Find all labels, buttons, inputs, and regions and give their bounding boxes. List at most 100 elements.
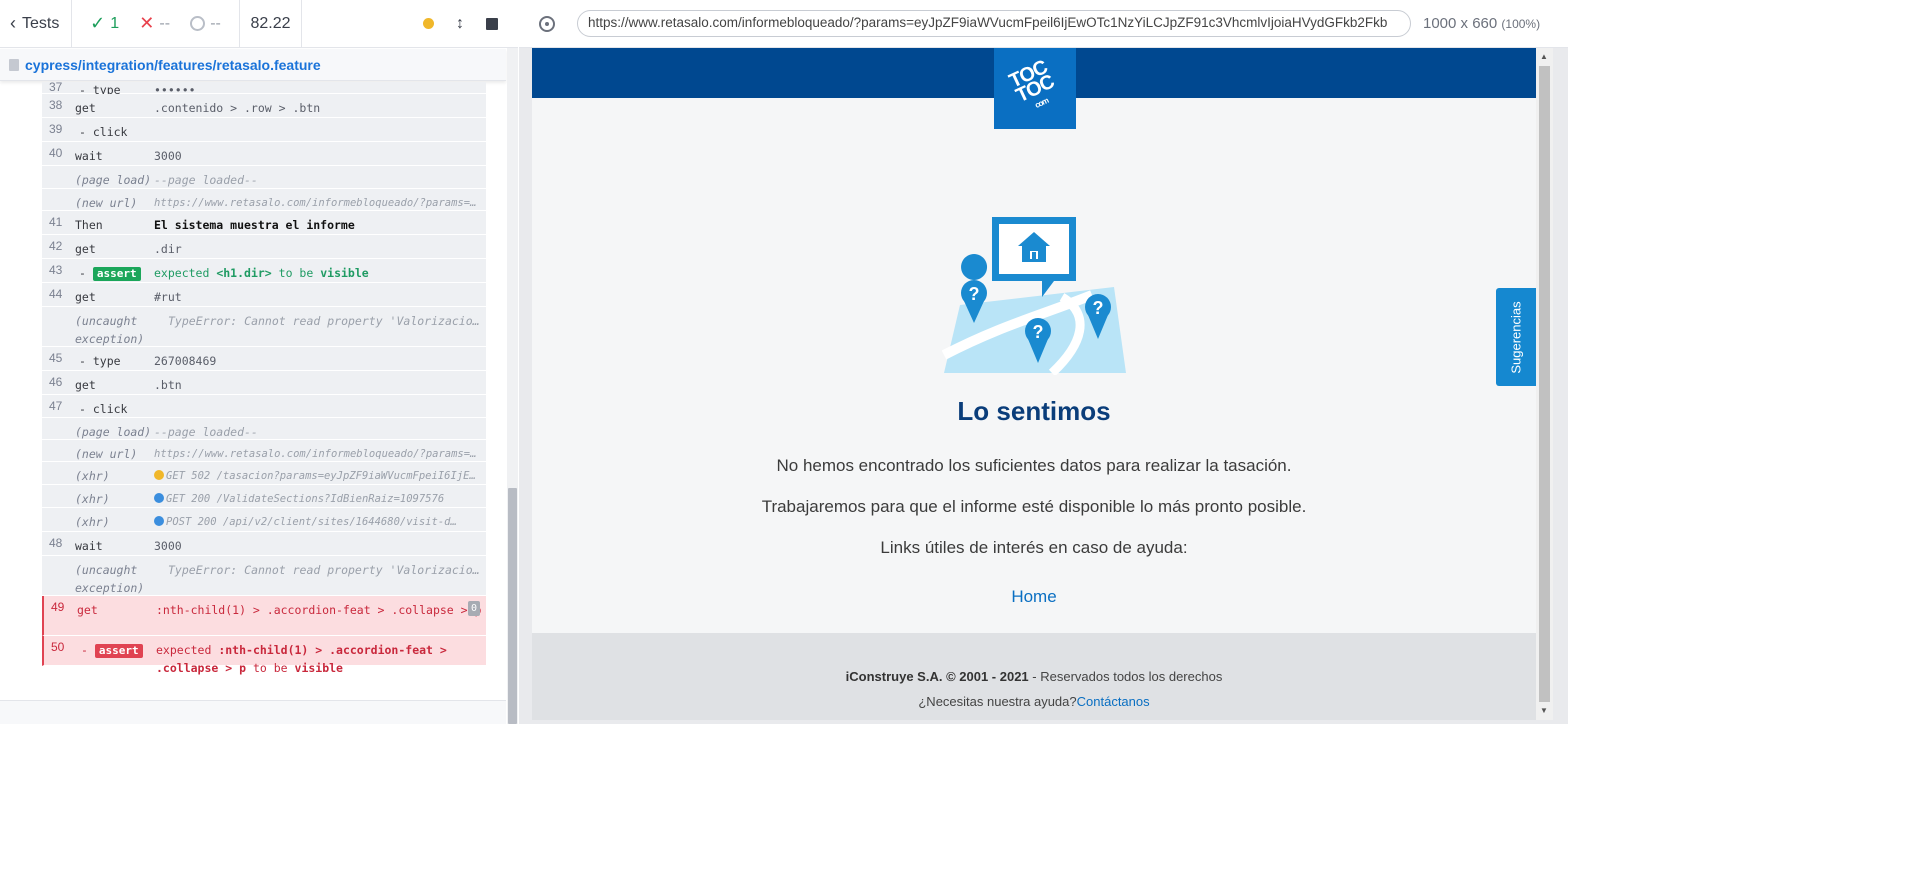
command-row[interactable]: (page load) --page loaded-- (42, 418, 486, 440)
command-number: 39 (49, 122, 63, 136)
command-row[interactable]: 43 - assert expected <h1.dir> to be visibl… (42, 259, 486, 283)
command-message: .btn (154, 378, 182, 392)
command-message: POST 200 /api/v2/client/sites/1644680/vi… (154, 513, 480, 531)
command-message: expected :nth-child(1) > .accordion-feat… (156, 643, 447, 675)
command-message: El sistema muestra el informe (154, 218, 355, 232)
command-number: 48 (49, 536, 63, 550)
command-row[interactable]: 38 get .contenido > .row > .btn (42, 94, 486, 118)
selector-playground-icon[interactable] (539, 15, 555, 32)
command-row[interactable]: (uncaught exception) TypeError: Cannot re… (42, 307, 486, 347)
command-message: --page loaded-- (154, 425, 258, 439)
contact-link[interactable]: Contáctanos (1077, 694, 1150, 709)
spec-file-bar: cypress/integration/features/retasalo.fe… (0, 49, 506, 81)
error-title: Lo sentimos (957, 396, 1111, 426)
command-number: 49 (51, 600, 65, 614)
command-message: https://www.retasalo.com/informebloquead… (154, 197, 480, 209)
assert-badge: assert (92, 267, 141, 281)
scroll-down-icon[interactable]: ▼ (1540, 706, 1548, 715)
command-row[interactable]: 42 get .dir (42, 235, 486, 259)
command-row[interactable]: (new url) https://www.retasalo.com/inform… (42, 189, 486, 211)
command-row[interactable]: 41 Then El sistema muestra el informe (42, 211, 486, 235)
command-message: #rut (154, 290, 182, 304)
command-row[interactable]: 44 get #rut (42, 283, 486, 307)
command-number: 43 (49, 263, 63, 277)
command-row[interactable]: (page load) --page loaded-- (42, 166, 486, 189)
aut-pane: https://www.retasalo.com/informebloquead… (519, 0, 1568, 724)
command-name: (xhr) (75, 492, 110, 506)
command-number: 41 (49, 215, 63, 229)
command-row[interactable]: 48 wait 3000 (42, 532, 486, 556)
command-message: 267008469 (154, 354, 217, 368)
command-message: GET 502 /tasacion?params=eyJpZF9iaWVucmF… (154, 467, 480, 485)
autoscroll-toggle-icon[interactable]: ↕ (456, 15, 464, 33)
xhr-status-dot-icon (154, 516, 164, 526)
failed-stat: ✕ -- (139, 13, 171, 33)
command-number: 42 (49, 239, 63, 253)
command-row[interactable]: 50 - assert expected :nth-child(1) > .acco… (42, 636, 486, 675)
command-name: - assert (79, 264, 157, 282)
command-number: 44 (49, 287, 63, 301)
pending-stat: -- (190, 15, 221, 33)
spec-path-link[interactable]: cypress/integration/features/retasalo.fe… (25, 57, 321, 73)
reporter-footer (0, 700, 506, 724)
command-message: .contenido > .row > .btn (154, 101, 321, 115)
tests-label: Tests (22, 14, 60, 32)
svg-text:?: ? (1093, 298, 1104, 318)
reporter-scrollbar-thumb[interactable] (508, 488, 517, 724)
aut-scrollbar[interactable]: ▲ ▼ (1536, 48, 1553, 720)
command-number: 37 (49, 82, 63, 94)
aut-iframe: TOC TOC com ? ? ? Lo sentimos No hemos e… (532, 48, 1536, 720)
command-name: - click (79, 125, 128, 139)
command-message: expected <h1.dir> to be visible (154, 266, 369, 280)
command-name: (xhr) (75, 469, 110, 483)
command-name: get (77, 603, 98, 617)
svg-text:?: ? (969, 284, 980, 304)
command-row[interactable]: 39 - click (42, 118, 486, 142)
command-name: get (75, 378, 96, 392)
site-footer: iConstruye S.A. © 2001 - 2021 - Reservad… (532, 633, 1536, 720)
command-name: (new url) (75, 196, 138, 210)
aut-scrollbar-thumb[interactable] (1539, 66, 1550, 702)
scroll-up-icon[interactable]: ▲ (1540, 52, 1548, 61)
home-link[interactable]: Home (532, 587, 1536, 607)
error-message-2: Trabajaremos para que el informe esté di… (761, 497, 1307, 516)
command-row[interactable]: 47 - click (42, 395, 486, 418)
svg-text:?: ? (1033, 322, 1044, 342)
chevron-left-icon: ‹ (10, 13, 16, 33)
command-message: TypeError: Cannot read property 'Valoriz… (168, 563, 480, 577)
command-name: get (75, 242, 96, 256)
command-name: - type (79, 354, 121, 368)
aut-url-field[interactable]: https://www.retasalo.com/informebloquead… (577, 10, 1411, 37)
command-row[interactable]: (xhr) POST 200 /api/v2/client/sites/16446… (42, 508, 486, 532)
command-row[interactable]: 37- type •••••• (42, 82, 486, 97)
command-name: (uncaught exception) (75, 563, 145, 595)
command-row[interactable]: (xhr) GET 502 /tasacion?params=eyJpZF9iaW… (42, 462, 486, 485)
command-row[interactable]: 40 wait 3000 (42, 142, 486, 166)
command-number: 38 (49, 98, 63, 112)
command-name: get (75, 290, 96, 304)
command-number: 50 (51, 640, 65, 654)
command-number: 47 (49, 399, 63, 413)
circle-icon (190, 16, 206, 31)
command-name: Then (75, 218, 103, 232)
tests-back-button[interactable]: ‹ Tests (0, 0, 72, 48)
command-name: (page load) (75, 425, 152, 439)
assert-badge: assert (94, 644, 143, 658)
command-message: :nth-child(1) > .accordion-feat > .colla… (156, 603, 482, 617)
command-row[interactable]: 45 - type 267008469 (42, 347, 486, 371)
command-message: 3000 (154, 149, 182, 163)
command-row[interactable]: (new url) https://www.retasalo.com/inform… (42, 440, 486, 462)
toctoc-logo[interactable]: TOC TOC com (994, 48, 1076, 129)
command-row[interactable]: (xhr) GET 200 /ValidateSections?IdBienRai… (42, 485, 486, 508)
command-row[interactable]: 49 get :nth-child(1) > .accordion-feat > .… (42, 596, 486, 636)
command-name: (page load) (75, 173, 152, 187)
element-count-badge: 0 (468, 601, 480, 616)
command-row[interactable]: 46 get .btn (42, 371, 486, 395)
reporter-controls: ↕ (302, 0, 518, 48)
reporter-scrollbar[interactable] (507, 48, 518, 724)
stop-icon[interactable] (486, 17, 498, 30)
suggestions-tab[interactable]: Sugerencias (1496, 288, 1536, 386)
command-name: (uncaught exception) (75, 314, 145, 346)
command-name: (xhr) (75, 515, 110, 529)
command-row[interactable]: (uncaught exception) TypeError: Cannot re… (42, 556, 486, 596)
